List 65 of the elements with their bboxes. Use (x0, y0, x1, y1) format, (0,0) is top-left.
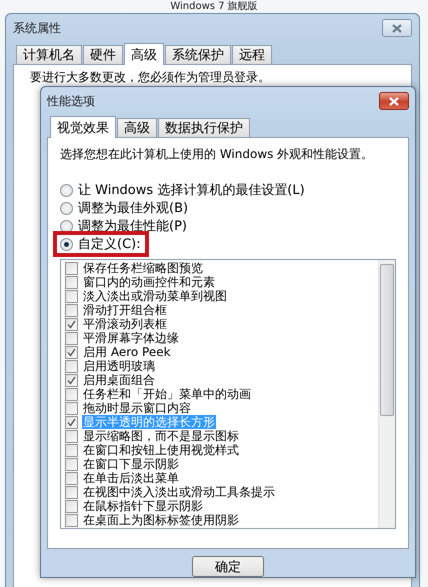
effect-label: 显示缩略图，而不是显示图标 (82, 429, 240, 443)
checkbox[interactable] (65, 500, 78, 512)
window-title: 系统属性 (13, 20, 61, 36)
checkbox[interactable] (65, 304, 78, 316)
checkbox[interactable] (65, 402, 78, 414)
description-text: 选择您想在此计算机上使用的 Windows 外观和性能设置。 (60, 146, 374, 163)
desktop-title: Windows 7 旗舰版 (170, 0, 258, 12)
effect-label: 在鼠标指针下显示阴影 (82, 499, 204, 513)
checkbox[interactable] (65, 346, 78, 358)
effect-label: 拖动时显示窗口内容 (82, 401, 192, 415)
checkbox[interactable] (65, 458, 78, 470)
effect-label: 平滑滚动列表框 (82, 317, 168, 331)
effect-label: 启用 Aero Peek (82, 345, 172, 359)
tab[interactable]: 视觉效果 (50, 116, 116, 138)
close-button[interactable] (382, 19, 412, 37)
effect-label: 启用桌面组合 (82, 373, 156, 387)
checkbox[interactable] (65, 430, 78, 442)
option-label: 调整为最佳外观(B) (78, 200, 188, 217)
effect-label: 启用透明玻璃 (82, 359, 156, 373)
effect-label: 窗口内的动画控件和元素 (82, 275, 216, 289)
ok-button[interactable]: 确定 (192, 556, 264, 576)
tab[interactable]: 硬件 (83, 45, 123, 64)
checkbox[interactable] (65, 388, 78, 400)
checkbox[interactable] (65, 444, 78, 456)
tab[interactable]: 高级 (117, 118, 157, 137)
effect-label: 淡入淡出或滑动菜单到视图 (82, 289, 228, 303)
option-label: 让 Windows 选择计算机的最佳设置(L) (78, 182, 305, 199)
effect-label: 在窗口下显示阴影 (82, 457, 180, 471)
checkbox[interactable] (65, 374, 78, 386)
effect-label: 在单击后淡出菜单 (82, 471, 180, 485)
checkbox[interactable] (65, 318, 78, 330)
dialog-title: 性能选项 (47, 92, 95, 110)
tab[interactable]: 远程 (232, 45, 272, 64)
tab[interactable]: 计算机名 (16, 45, 82, 64)
option-label: 自定义(C): (78, 236, 141, 253)
radio-button[interactable] (60, 202, 73, 214)
effect-label: 显示半透明的选择长方形 (82, 415, 216, 429)
effect-label: 任务栏和「开始」菜单中的动画 (82, 387, 252, 401)
radio-button[interactable] (60, 220, 73, 232)
tab[interactable]: 高级 (124, 43, 164, 65)
checkbox[interactable] (65, 416, 78, 428)
option-label: 调整为最佳性能(P) (78, 218, 187, 235)
checkbox[interactable] (65, 262, 78, 274)
tab[interactable]: 系统保护 (165, 45, 231, 64)
tab[interactable]: 数据执行保护 (158, 118, 250, 137)
close-icon (392, 24, 402, 32)
effect-label: 在视图中淡入淡出或滑动工具条提示 (82, 485, 276, 499)
checkbox[interactable] (65, 290, 78, 302)
radio-button[interactable] (60, 238, 73, 250)
radio-button[interactable] (60, 184, 73, 196)
effect-label: 滑动打开组合框 (82, 303, 168, 317)
effect-label: 在窗口和按钮上使用视觉样式 (82, 443, 240, 457)
checkbox[interactable] (65, 360, 78, 372)
effect-label: 平滑屏幕字体边缘 (82, 331, 180, 345)
checkbox[interactable] (65, 472, 78, 484)
scrollbar[interactable] (378, 260, 395, 528)
effect-label: 保存任务栏缩略图预览 (82, 261, 204, 275)
checkbox[interactable] (65, 514, 78, 526)
notice-text: 要进行大多数更改，您必须作为管理员登录。 (30, 70, 271, 84)
checkbox[interactable] (65, 486, 78, 498)
effect-label: 在桌面上为图标标签使用阴影 (82, 513, 240, 527)
close-button[interactable] (379, 92, 409, 110)
checkbox[interactable] (65, 332, 78, 344)
checkbox[interactable] (65, 276, 78, 288)
close-icon (389, 96, 399, 106)
